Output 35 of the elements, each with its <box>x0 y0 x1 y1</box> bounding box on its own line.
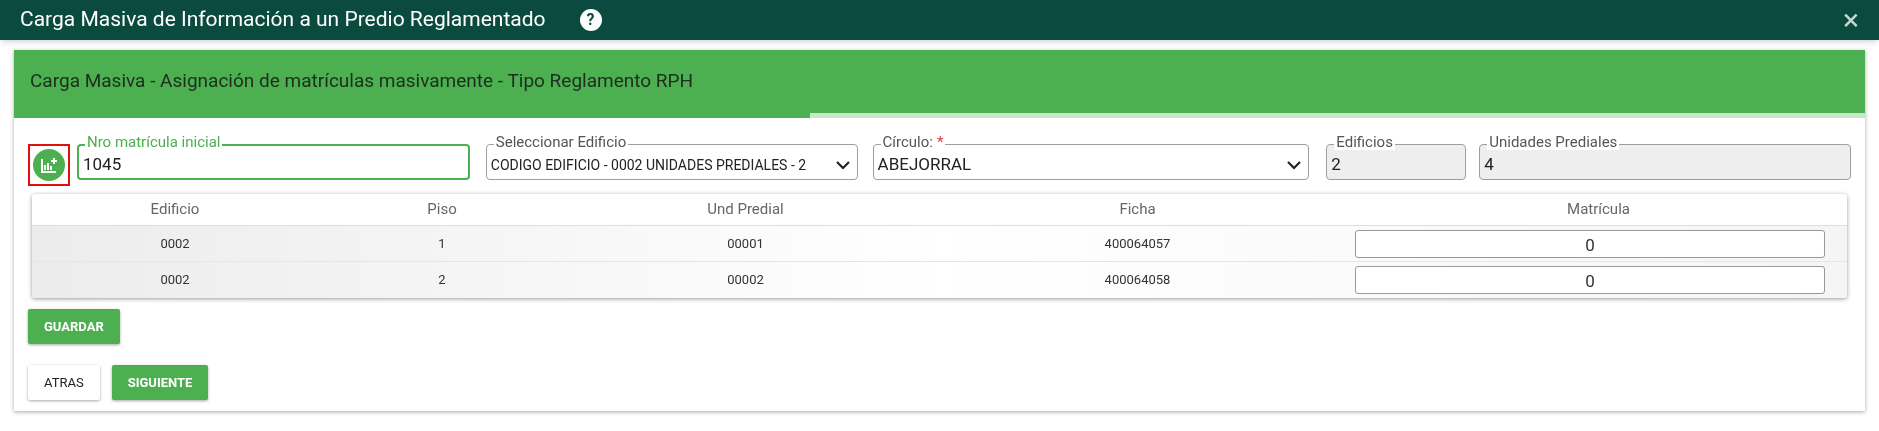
table-cell-text: 0002 <box>159 235 191 253</box>
table-cell-text: 1 <box>437 235 447 253</box>
secondary-button[interactable]: ATRAS <box>28 365 100 400</box>
field-value: 2 <box>1331 153 1341 177</box>
table-cell-text: 400064058 <box>1103 271 1172 289</box>
table-cell-text: 00001 <box>726 235 765 253</box>
matricula-input[interactable]: 0 <box>1355 266 1825 294</box>
field-label: Edificios <box>1336 135 1393 150</box>
column-header: Piso <box>426 199 458 221</box>
column-header: Matrícula <box>1566 199 1631 221</box>
field-label: Nro matrícula inicial <box>87 135 221 150</box>
field-value: 1045 <box>83 153 122 177</box>
field-value: 4 <box>1484 153 1494 177</box>
help-icon[interactable]: ? <box>579 9 602 31</box>
chevron-down-icon <box>834 160 851 170</box>
table-cell-text: 00002 <box>726 271 765 289</box>
section-title: Carga Masiva - Asignación de matrículas masivamente - Tipo Reglamento RPH <box>30 68 694 95</box>
column-header: Ficha <box>1118 199 1157 221</box>
field-label: Seleccionar Edificio <box>495 135 627 150</box>
matricula-input[interactable]: 0 <box>1355 229 1825 258</box>
field-value: CODIGO EDIFICIO - 0002 UNIDADES PREDIALES - 2 <box>490 155 807 175</box>
input-value: 0 <box>1585 233 1595 257</box>
chart-add-icon <box>33 149 65 181</box>
add-button[interactable] <box>28 144 70 186</box>
table-cell-text: 0002 <box>159 271 191 289</box>
table-cell-text: 400064057 <box>1103 235 1172 253</box>
column-header: Edificio <box>149 199 201 221</box>
input-value: 0 <box>1585 270 1595 294</box>
table-cell-text: 2 <box>437 271 447 289</box>
field-label: Unidades Prediales <box>1489 135 1618 150</box>
chevron-down-icon <box>1286 160 1303 170</box>
column-header: Und Predial <box>706 199 785 221</box>
field-value: ABEJORRAL <box>877 153 972 177</box>
close-button[interactable]: × <box>1843 5 1859 35</box>
window-title: Carga Masiva de Información a un Predio Reglamentado <box>20 6 546 34</box>
